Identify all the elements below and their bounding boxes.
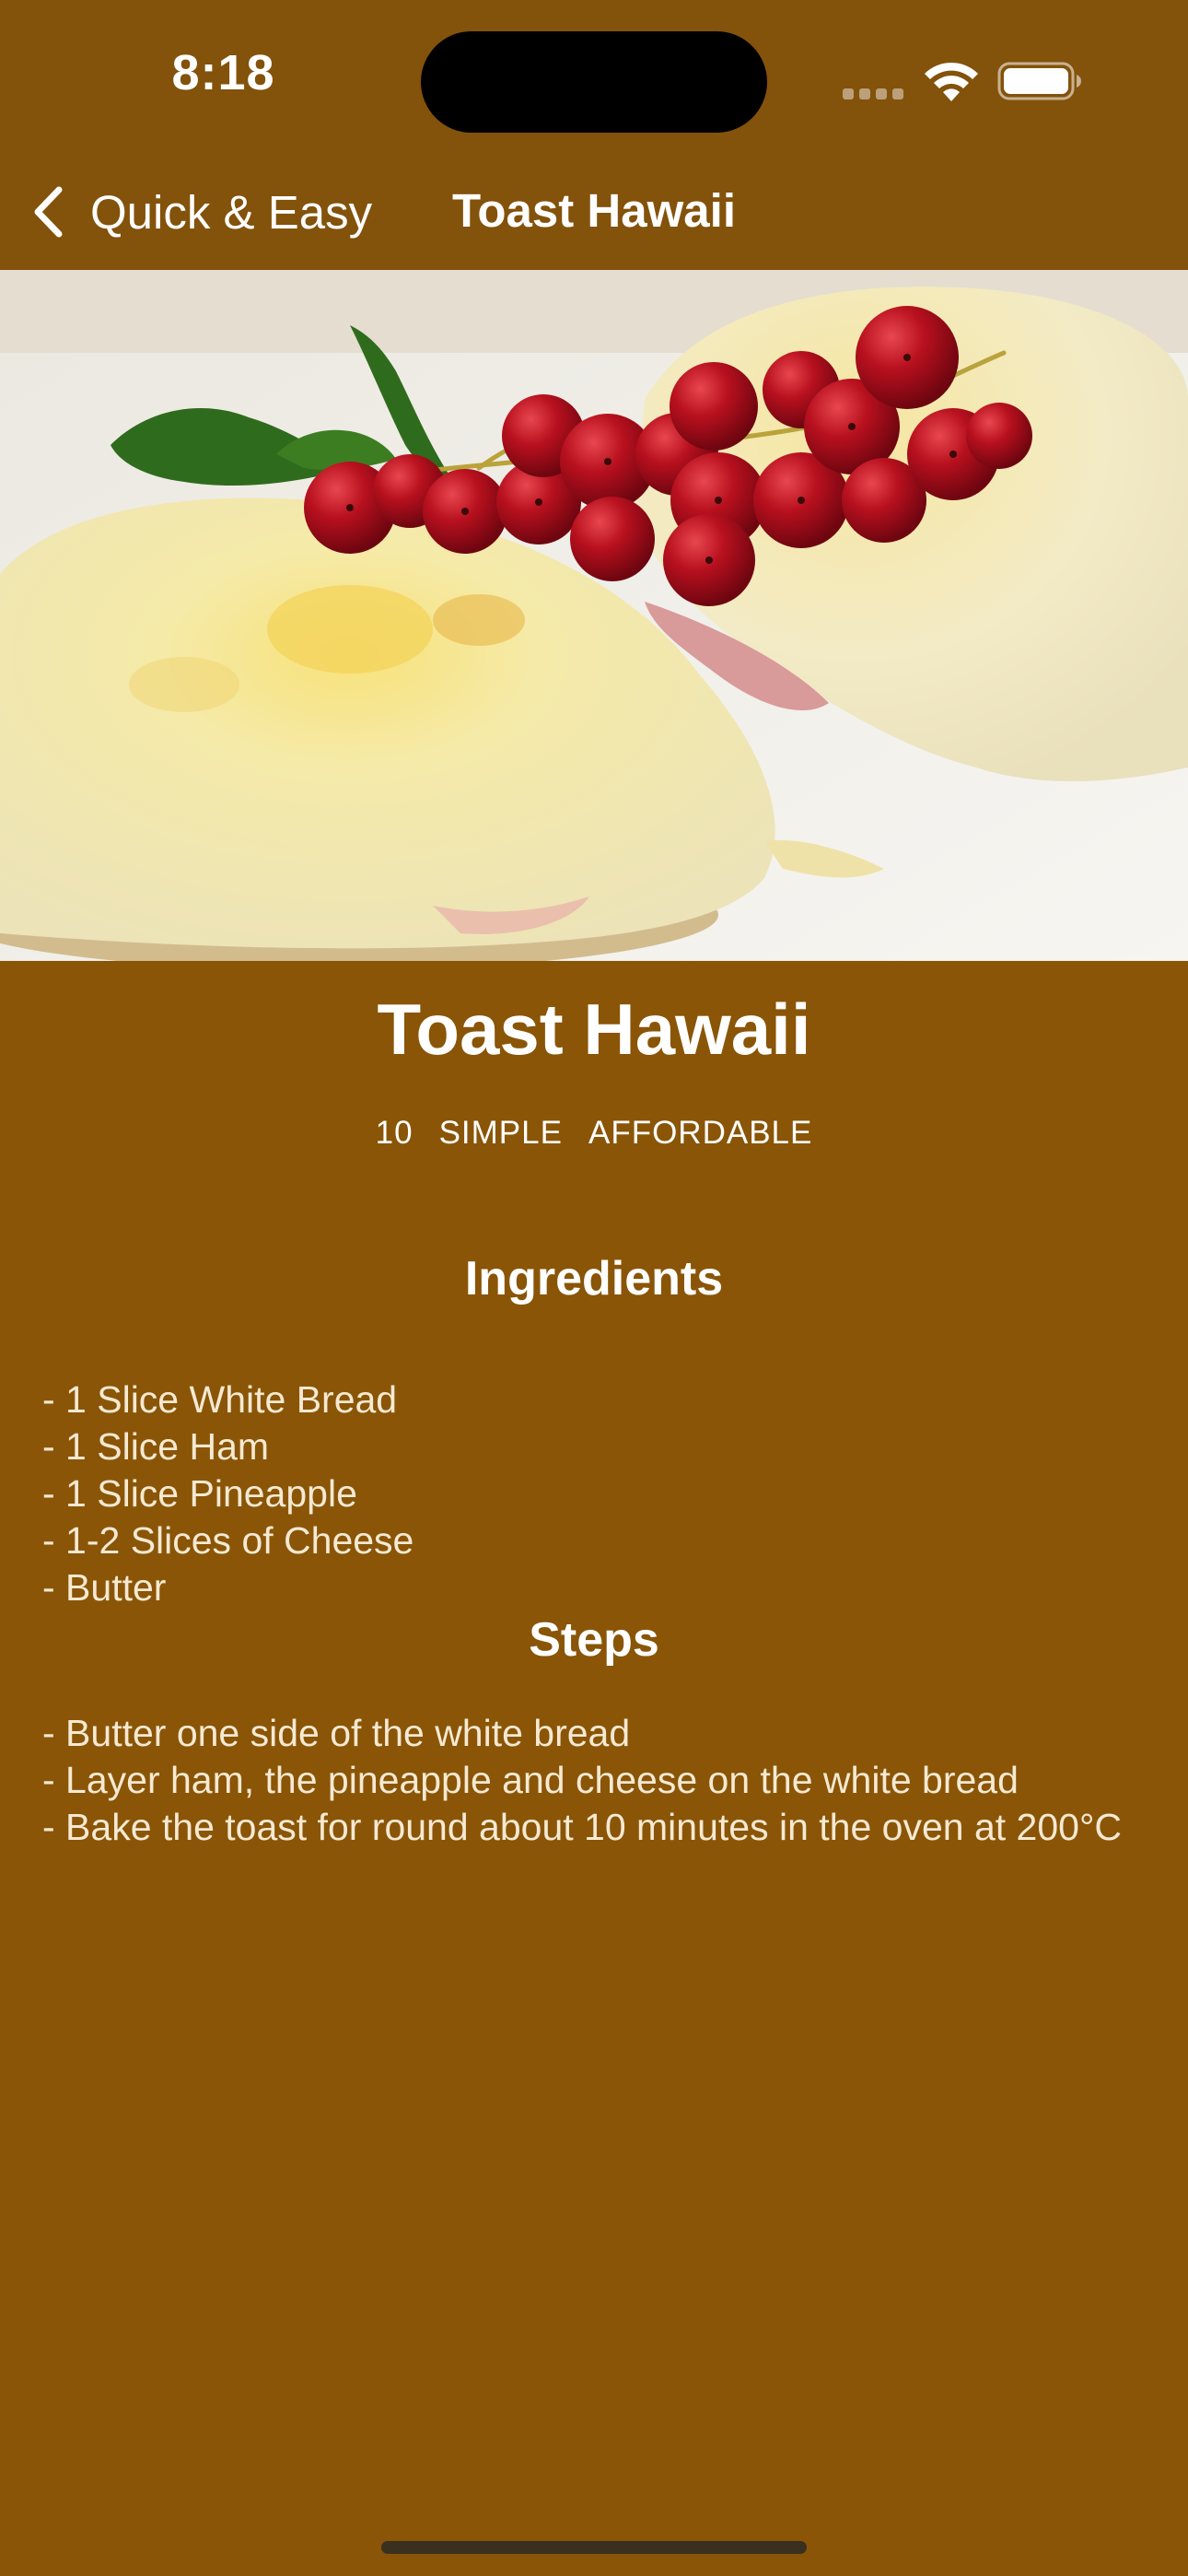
ingredients-list: - 1 Slice White Bread - 1 Slice Ham - 1 … (42, 1376, 1175, 1611)
recipe-meta: 10 SIMPLE AFFORDABLE (0, 1115, 1188, 1152)
chevron-left-icon (34, 186, 63, 238)
wifi-icon (925, 62, 978, 101)
step-item: - Layer ham, the pineapple and cheese on… (42, 1759, 1019, 1801)
back-button[interactable]: Quick & Easy (31, 180, 372, 244)
ingredients-heading: Ingredients (464, 1252, 724, 1306)
recipe-image (0, 270, 1188, 961)
recipe-title: Toast Hawaii (377, 989, 811, 1070)
steps-list: - Butter one side of the white bread - L… (33, 1710, 1166, 1851)
battery-icon (997, 62, 1081, 100)
recipe-complexity: SIMPLE (438, 1115, 563, 1151)
home-indicator[interactable] (381, 2541, 807, 2554)
dynamic-island (421, 31, 767, 133)
back-button-label: Quick & Easy (90, 185, 373, 239)
navigation-bar: Quick & Easy Toast Hawaii (0, 161, 1188, 270)
cellular-signal-icon (843, 88, 905, 101)
status-time: 8:18 (171, 45, 275, 100)
ingredient-item: - 1 Slice White Bread (42, 1378, 398, 1421)
steps-heading: Steps (529, 1613, 659, 1667)
ingredient-item: - 1-2 Slices of Cheese (42, 1519, 414, 1562)
ingredient-item: - Butter (42, 1566, 167, 1609)
status-bar: 8:18 (0, 0, 1188, 161)
recipe-affordability: AFFORDABLE (588, 1115, 813, 1151)
recipe-duration: 10 (375, 1115, 413, 1151)
nav-title: Toast Hawaii (452, 184, 736, 237)
ingredient-item: - 1 Slice Ham (42, 1425, 270, 1468)
step-item: - Butter one side of the white bread (42, 1712, 631, 1754)
ingredient-item: - 1 Slice Pineapple (42, 1472, 357, 1515)
step-item: - Bake the toast for round about 10 minu… (42, 1806, 1122, 1848)
